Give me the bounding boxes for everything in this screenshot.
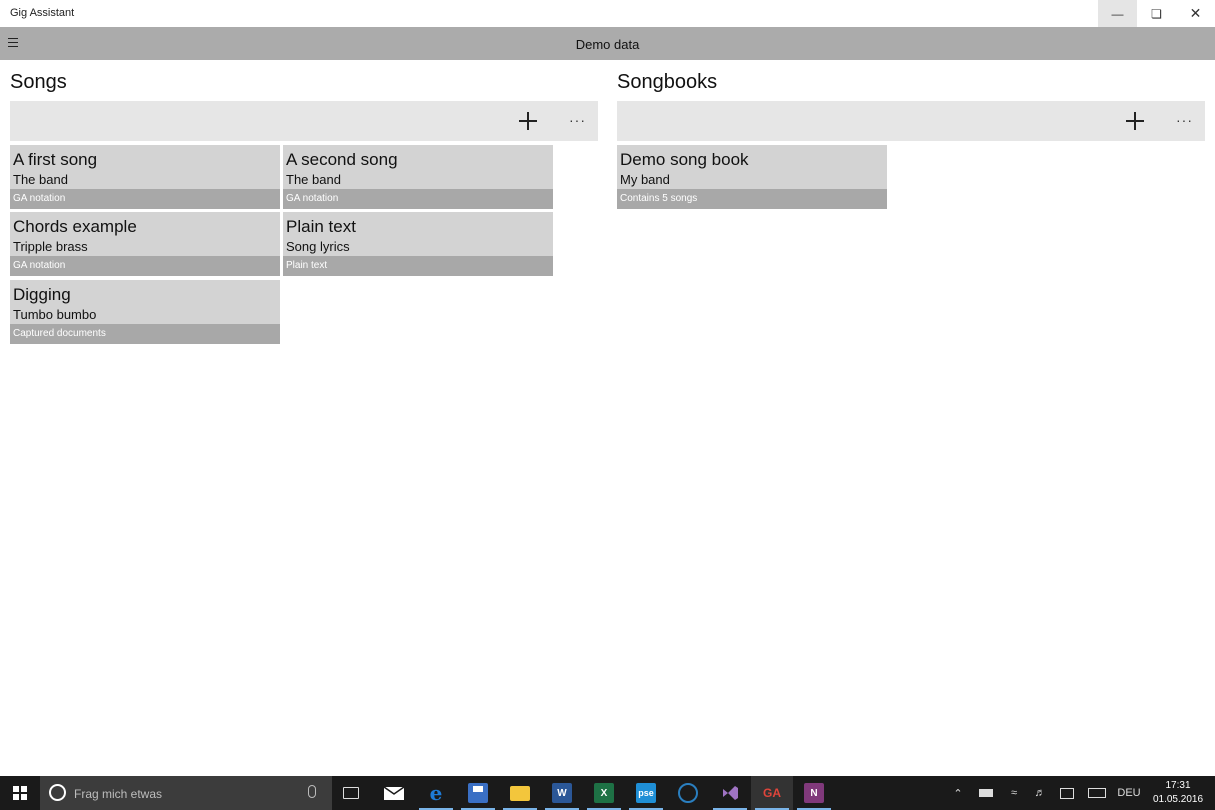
songs-heading: Songs: [10, 71, 67, 93]
pse-icon: pse: [636, 783, 656, 803]
song-card[interactable]: Chords example Tripple brass GA notation: [10, 212, 280, 276]
battery-icon: [979, 789, 993, 797]
close-icon: ✕: [1189, 5, 1202, 21]
close-button[interactable]: ✕: [1176, 0, 1215, 27]
app-window: Gig Assistant — ❏ ✕ Demo data Songs ··· …: [0, 0, 1215, 776]
songbook-title: Demo song book: [620, 150, 749, 169]
action-center-button[interactable]: [1055, 776, 1079, 810]
song-title: Digging: [13, 285, 71, 304]
songbooks-toolbar: ···: [617, 101, 1205, 141]
taskbar-search[interactable]: Frag mich etwas: [40, 776, 332, 810]
minimize-icon: —: [1111, 6, 1124, 21]
gig-assistant-icon: GA: [763, 786, 781, 800]
save-disk-button[interactable]: [457, 776, 499, 810]
song-title: A first song: [13, 150, 98, 169]
browser-icon: [678, 783, 698, 803]
task-view-icon: [343, 787, 359, 799]
song-title: Chords example: [13, 217, 137, 236]
clock-date: 01.05.2016: [1152, 794, 1204, 805]
song-artist: Tripple brass: [13, 239, 88, 254]
input-language-button[interactable]: DEU: [1114, 776, 1144, 810]
add-song-icon[interactable]: [518, 111, 538, 131]
language-indicator: DEU: [1117, 787, 1141, 799]
mail-button[interactable]: [373, 776, 415, 810]
title-bar: Gig Assistant — ❏ ✕: [0, 0, 1215, 27]
song-title: Plain text: [286, 217, 356, 236]
songs-toolbar: ···: [10, 101, 598, 141]
song-title: A second song: [286, 150, 398, 169]
clock[interactable]: 17:31 01.05.2016: [1150, 779, 1206, 807]
search-placeholder: Frag mich etwas: [74, 787, 163, 801]
song-card[interactable]: A first song The band GA notation: [10, 145, 280, 209]
add-songbook-icon[interactable]: [1125, 111, 1145, 131]
songbooks-more-icon[interactable]: ···: [1176, 112, 1193, 128]
save-disk-icon: [468, 783, 488, 803]
wifi-icon: ≈: [1010, 787, 1018, 799]
app-title: Gig Assistant: [10, 7, 75, 19]
song-card[interactable]: Digging Tumbo bumbo Captured documents: [10, 280, 280, 344]
song-card[interactable]: Plain text Song lyrics Plain text: [283, 212, 553, 276]
volume-button[interactable]: ♬: [1028, 776, 1052, 810]
battery-button[interactable]: [974, 776, 998, 810]
songbook-artist: My band: [620, 172, 670, 187]
song-artist: The band: [286, 172, 341, 187]
cortana-icon: [49, 784, 66, 801]
file-explorer-icon: [510, 785, 530, 801]
visual-studio-button[interactable]: [709, 776, 751, 810]
song-type: Captured documents: [10, 324, 280, 344]
song-card[interactable]: A second song The band GA notation: [283, 145, 553, 209]
visual-studio-icon: [723, 786, 738, 800]
word-button[interactable]: W: [541, 776, 583, 810]
network-button[interactable]: ≈: [1002, 776, 1026, 810]
minimize-button[interactable]: —: [1098, 0, 1137, 27]
excel-button[interactable]: X: [583, 776, 625, 810]
songbooks-heading: Songbooks: [617, 71, 718, 93]
action-center-icon: [1060, 787, 1074, 799]
touch-keyboard-button[interactable]: [1084, 776, 1110, 810]
songs-more-icon[interactable]: ···: [569, 112, 586, 128]
word-icon: W: [552, 783, 572, 803]
mail-icon: [383, 786, 405, 800]
onenote-button[interactable]: N: [793, 776, 835, 810]
song-artist: The band: [13, 172, 68, 187]
song-type: GA notation: [283, 189, 553, 209]
task-view-button[interactable]: [330, 776, 372, 810]
restore-icon: ❏: [1151, 6, 1162, 21]
file-explorer-button[interactable]: [499, 776, 541, 810]
command-bar: Demo data: [0, 27, 1215, 60]
song-type: Plain text: [283, 256, 553, 276]
songbooks-section: Songbooks ···: [617, 68, 1205, 141]
browser-button[interactable]: [667, 776, 709, 810]
pse-button[interactable]: pse: [625, 776, 667, 810]
onenote-icon: N: [804, 783, 824, 803]
page-title: Demo data: [575, 37, 640, 52]
taskbar: Frag mich etwas e W X pse GA N ⌃ ≈ ♬ DEU…: [0, 776, 1215, 810]
gig-assistant-button[interactable]: GA: [751, 776, 793, 810]
microphone-icon[interactable]: [308, 785, 316, 798]
song-type: GA notation: [10, 189, 280, 209]
speaker-icon: ♬: [1034, 787, 1046, 799]
edge-button[interactable]: e: [415, 776, 457, 810]
restore-button[interactable]: ❏: [1137, 0, 1176, 27]
show-hidden-icons-button[interactable]: ⌃: [948, 776, 968, 810]
song-type: GA notation: [10, 256, 280, 276]
windows-logo-icon: [13, 786, 27, 800]
keyboard-icon: [1088, 788, 1106, 798]
songs-section: Songs ···: [10, 68, 598, 141]
song-artist: Tumbo bumbo: [13, 307, 97, 322]
clock-time: 17:31: [1165, 780, 1191, 791]
songbook-info: Contains 5 songs: [617, 189, 887, 209]
edge-icon: e: [429, 781, 443, 805]
chevron-up-icon: ⌃: [953, 787, 963, 800]
songbook-card[interactable]: Demo song book My band Contains 5 songs: [617, 145, 887, 209]
excel-icon: X: [594, 783, 614, 803]
song-artist: Song lyrics: [286, 239, 350, 254]
start-button[interactable]: [0, 776, 40, 810]
